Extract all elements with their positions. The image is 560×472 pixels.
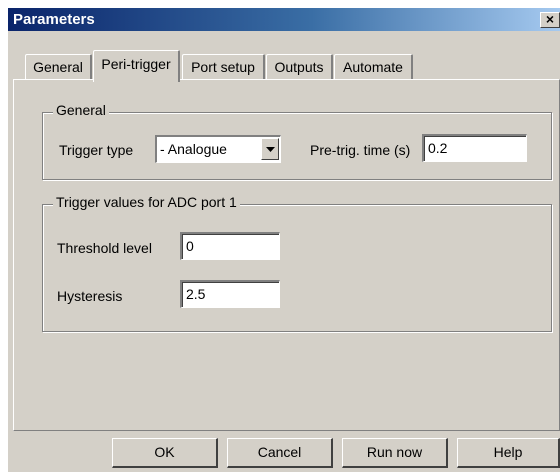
- window-title: Parameters: [13, 11, 95, 28]
- adc-trigger-group: [42, 204, 552, 332]
- trigger-type-value: - Analogue: [160, 141, 227, 157]
- help-button[interactable]: Help: [457, 438, 560, 468]
- tab-outputs[interactable]: Outputs: [266, 54, 333, 80]
- tab-automate[interactable]: Automate: [334, 54, 413, 80]
- close-icon: ×: [545, 11, 555, 27]
- tab-label: Automate: [343, 59, 403, 75]
- parameters-dialog: Parameters × General Peri-trigger Port s…: [8, 8, 560, 472]
- tab-label: Peri-trigger: [101, 56, 171, 72]
- tab-general[interactable]: General: [25, 54, 92, 80]
- tab-port-setup[interactable]: Port setup: [182, 54, 265, 80]
- threshold-level-input[interactable]: 0: [180, 232, 280, 260]
- hysteresis-input[interactable]: 2.5: [180, 280, 280, 308]
- pretrig-time-label: Pre-trig. time (s): [310, 142, 411, 158]
- hysteresis-label: Hysteresis: [57, 288, 123, 304]
- title-bar[interactable]: Parameters ×: [8, 8, 560, 31]
- tab-label: Port setup: [191, 59, 255, 75]
- tab-label: General: [33, 59, 83, 75]
- general-group-legend: General: [53, 102, 109, 118]
- trigger-type-select[interactable]: - Analogue: [155, 135, 281, 163]
- pretrig-time-input[interactable]: 0.2: [422, 134, 527, 162]
- ok-button[interactable]: OK: [112, 438, 218, 468]
- run-now-button[interactable]: Run now: [342, 438, 448, 468]
- tab-label: Outputs: [274, 59, 324, 75]
- trigger-type-label: Trigger type: [59, 142, 134, 158]
- cancel-button[interactable]: Cancel: [227, 438, 333, 468]
- dropdown-button[interactable]: [261, 138, 279, 160]
- adc-group-legend: Trigger values for ADC port 1: [53, 194, 240, 210]
- chevron-down-icon: [266, 147, 275, 152]
- close-button[interactable]: ×: [540, 12, 560, 28]
- tab-peri-trigger[interactable]: Peri-trigger: [93, 50, 180, 82]
- threshold-level-label: Threshold level: [57, 240, 152, 256]
